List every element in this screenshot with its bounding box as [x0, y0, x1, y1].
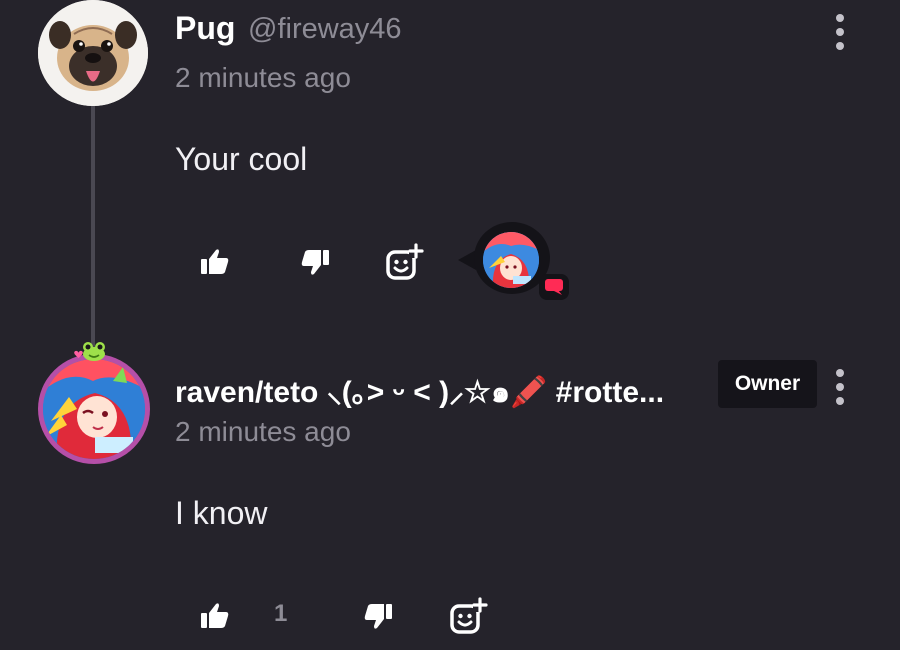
kebab-dot [836, 369, 844, 377]
heart-icon [74, 344, 83, 359]
like-count: 1 [274, 600, 288, 627]
kebab-dot [836, 42, 844, 50]
avatar[interactable] [38, 0, 148, 106]
like-button[interactable] [196, 598, 234, 634]
dislike-button[interactable] [296, 244, 334, 280]
thread-connector-line [91, 104, 95, 354]
chat-bubble-icon [545, 279, 563, 295]
thumbs-down-icon [364, 604, 392, 629]
comment-text: I know [175, 495, 268, 531]
kebab-dot [836, 14, 844, 22]
comment-handle[interactable]: @fireway46 [248, 13, 402, 46]
add-emoji-icon [386, 243, 424, 280]
avatar-image [43, 359, 145, 459]
like-button[interactable] [196, 244, 234, 280]
comment-author[interactable]: raven/teto ⸜(｡˃ ᵕ ˂ )⸝☆๑🖍️ #rotte... [175, 367, 664, 416]
avatar[interactable] [38, 354, 150, 464]
more-options-button[interactable] [833, 14, 847, 50]
comment-text: Your cool [175, 141, 308, 177]
chat-bubble-badge [539, 274, 569, 300]
more-options-button[interactable] [833, 369, 847, 405]
comment-timestamp: 2 minutes ago [175, 416, 351, 447]
comment-thread: Pug @fireway46 2 minutes ago Your cool r… [0, 0, 900, 650]
dislike-button[interactable] [359, 598, 397, 634]
add-emoji-icon [450, 597, 488, 634]
frog-badge-icon [81, 340, 107, 362]
thumbs-up-icon [201, 603, 229, 628]
kebab-dot [836, 397, 844, 405]
comment-timestamp: 2 minutes ago [175, 62, 351, 93]
thumbs-up-icon [201, 249, 229, 274]
add-reaction-button[interactable] [383, 242, 425, 282]
kebab-dot [836, 28, 844, 36]
kebab-dot [836, 383, 844, 391]
anime-avatar-icon [43, 359, 145, 459]
thumbs-down-icon [301, 250, 329, 275]
add-reaction-button[interactable] [447, 596, 489, 636]
owner-badge: Owner [718, 360, 817, 408]
replier-avatar[interactable] [483, 232, 539, 288]
comment-author[interactable]: Pug [175, 10, 235, 47]
pug-photo-icon [38, 0, 148, 106]
anime-avatar-icon [483, 232, 539, 288]
